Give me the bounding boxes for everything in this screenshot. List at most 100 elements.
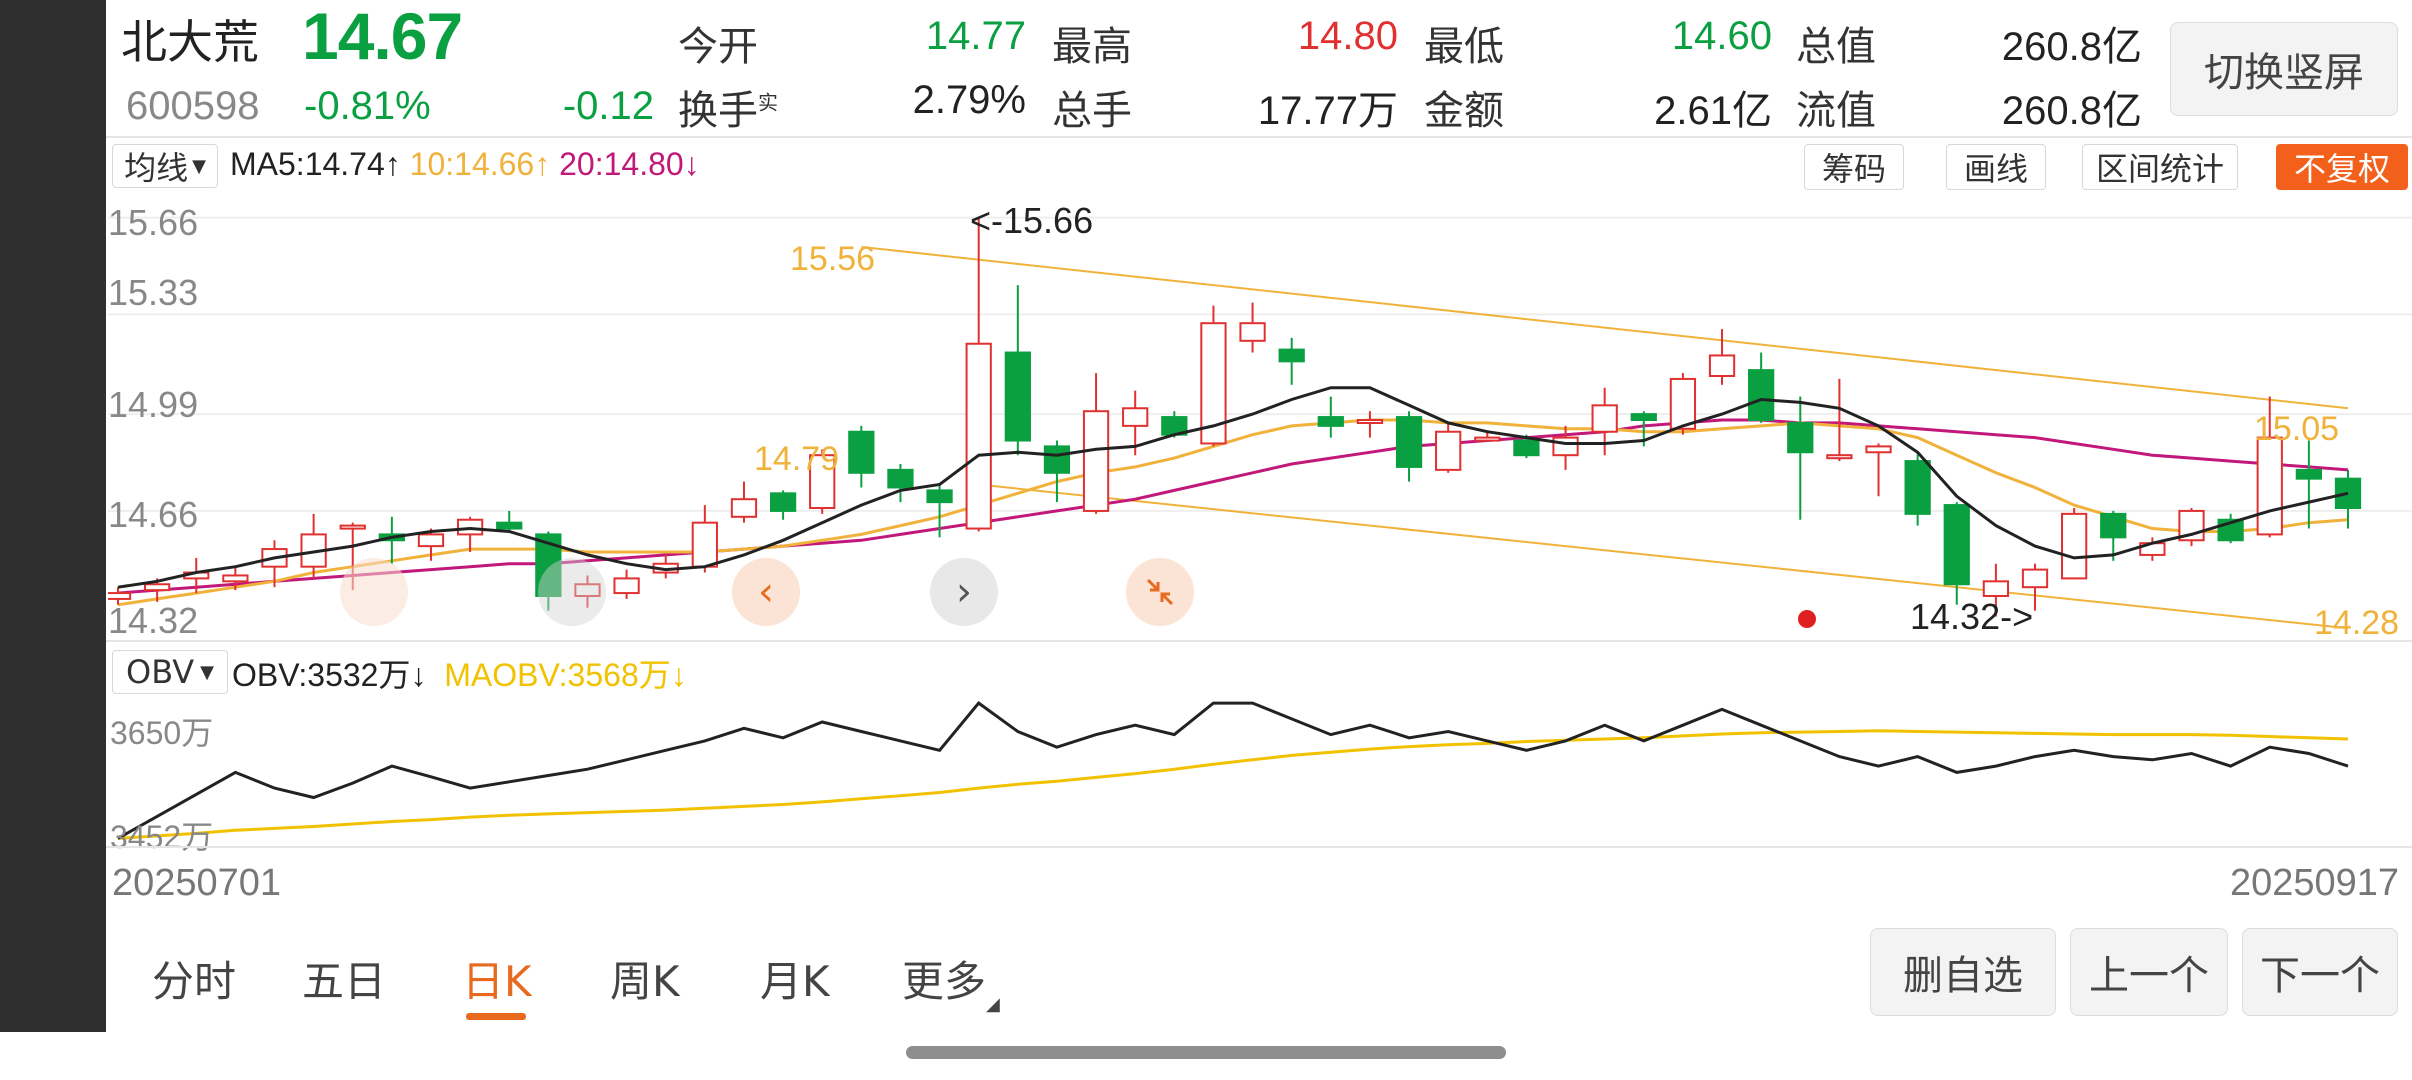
candle xyxy=(300,513,327,579)
ma-select[interactable]: 均线 ▼ xyxy=(112,144,218,188)
obv-value: OBV:3532万 xyxy=(232,657,411,693)
candle-body xyxy=(222,574,249,583)
candle-body xyxy=(1278,348,1305,363)
event-dot xyxy=(1798,610,1816,628)
candle-body xyxy=(1395,416,1423,468)
low-value: 14.60 xyxy=(1671,14,1772,58)
tab-intraday[interactable]: 分时 xyxy=(152,948,236,1009)
candle xyxy=(887,464,914,503)
switch-portrait-button[interactable]: 切换竖屏 xyxy=(2170,22,2398,116)
high-label: 最高 xyxy=(1052,24,1132,70)
candle xyxy=(1826,378,1853,462)
y-tick-label: 14.99 xyxy=(108,384,199,425)
tab-five-day[interactable]: 五日 xyxy=(302,948,386,1009)
turnover-sup: 实 xyxy=(758,90,778,115)
candle-body xyxy=(1591,404,1618,433)
remove-watchlist-button[interactable]: 删自选 xyxy=(1870,928,2056,1016)
tab-weekly-k[interactable]: 周K xyxy=(610,948,680,1009)
no-adjust-button[interactable]: 不复权 xyxy=(2276,144,2408,190)
up-arrow-icon: ↑ xyxy=(534,146,551,182)
draw-button[interactable]: 画线 xyxy=(1946,144,2046,190)
divider xyxy=(106,136,2412,138)
candle-body xyxy=(848,430,875,474)
candle-body xyxy=(143,583,171,592)
candle xyxy=(456,516,484,552)
obv-chart[interactable] xyxy=(108,700,2412,846)
candle xyxy=(1943,502,1970,605)
divider xyxy=(106,846,2412,848)
previous-stock-button[interactable]: 上一个 xyxy=(2070,928,2228,1016)
ma10-line xyxy=(117,418,2349,607)
candle-body xyxy=(1435,430,1462,471)
tab-monthly-k[interactable]: 月K xyxy=(760,948,830,1009)
range-stats-button[interactable]: 区间统计 xyxy=(2082,144,2238,190)
turnover-value: 2.79% xyxy=(912,78,1026,122)
maobv-line xyxy=(117,729,2349,840)
candle-body xyxy=(496,521,523,530)
down-arrow-icon: ↓ xyxy=(410,657,427,693)
ma10-value: 10:14.66 xyxy=(409,146,535,182)
candle xyxy=(965,217,992,532)
candle-body xyxy=(1552,436,1579,457)
stock-name: 北大荒 xyxy=(121,15,259,69)
float-cap-value: 260.8亿 xyxy=(2001,89,2142,133)
obv-y-bottom-label: 3452万 xyxy=(110,819,214,855)
candle-body xyxy=(1474,436,1501,442)
home-indicator[interactable] xyxy=(906,1046,1506,1059)
y-tick-label: 15.66 xyxy=(108,202,199,243)
trendline-label: 15.05 xyxy=(2254,410,2340,448)
candle xyxy=(1317,396,1344,438)
ma5-value: MA5:14.74 xyxy=(230,146,385,182)
candle-body xyxy=(1748,369,1775,421)
candlestick-chart[interactable] xyxy=(108,200,2412,640)
candle xyxy=(730,481,758,523)
up-arrow-icon: ↑ xyxy=(384,146,401,182)
candle-body xyxy=(339,524,366,530)
candle-body xyxy=(2295,468,2323,480)
candle-body xyxy=(2256,436,2283,536)
candle xyxy=(1278,337,1305,385)
tab-more-label: 更多 xyxy=(902,957,987,1006)
obv-legend: OBV:3532万↓ MAOBV:3568万↓ xyxy=(232,650,687,696)
candle xyxy=(1708,329,1736,385)
candle xyxy=(2061,508,2088,580)
candle-body xyxy=(1317,416,1344,427)
ma20-value: 20:14.80 xyxy=(559,146,684,182)
faded-button xyxy=(340,558,408,626)
market-cap-label: 总值 xyxy=(1796,24,1876,70)
tab-daily-k[interactable]: 日K xyxy=(462,948,532,1009)
indicator-select-label: OBV xyxy=(126,653,195,691)
maobv-value: MAOBV:3568万 xyxy=(444,657,671,693)
candle-body xyxy=(1982,580,2010,598)
trendline xyxy=(861,245,2349,410)
trendline-label: 15.56 xyxy=(790,240,876,278)
candle-body xyxy=(2021,568,2049,589)
y-tick-label: 14.32 xyxy=(108,600,199,641)
stock-change: -0.12 xyxy=(562,84,654,128)
candle xyxy=(1004,285,1031,456)
ma20-line xyxy=(117,418,2349,595)
more-corner-icon: ◢ xyxy=(986,994,1000,1015)
end-date-label: 20250917 xyxy=(2230,862,2400,904)
next-stock-button[interactable]: 下一个 xyxy=(2242,928,2398,1016)
candle xyxy=(496,510,523,532)
indicator-select[interactable]: OBV ▼ xyxy=(112,650,228,694)
right-low-label: 14.28 xyxy=(2314,604,2400,642)
candle xyxy=(1552,425,1579,470)
candle-body xyxy=(1356,419,1384,424)
candle-body xyxy=(1630,413,1657,421)
chevron-left-icon[interactable]: ‹ xyxy=(732,558,800,626)
candle-body xyxy=(1513,439,1540,457)
candle-body xyxy=(965,342,992,530)
chevron-right-icon[interactable]: › xyxy=(930,558,998,626)
collapse-icon[interactable] xyxy=(1126,558,1194,626)
candle-body xyxy=(1239,322,1266,342)
tab-more[interactable]: 更多◢ xyxy=(902,948,1000,1015)
chips-button[interactable]: 筹码 xyxy=(1804,144,1904,190)
candle-body xyxy=(1669,377,1697,430)
divider xyxy=(106,640,2412,642)
collapse-icon-glyph xyxy=(1146,578,1174,606)
candle-body xyxy=(887,468,914,489)
start-date-label: 20250701 xyxy=(112,862,282,904)
candle xyxy=(1239,302,1266,353)
